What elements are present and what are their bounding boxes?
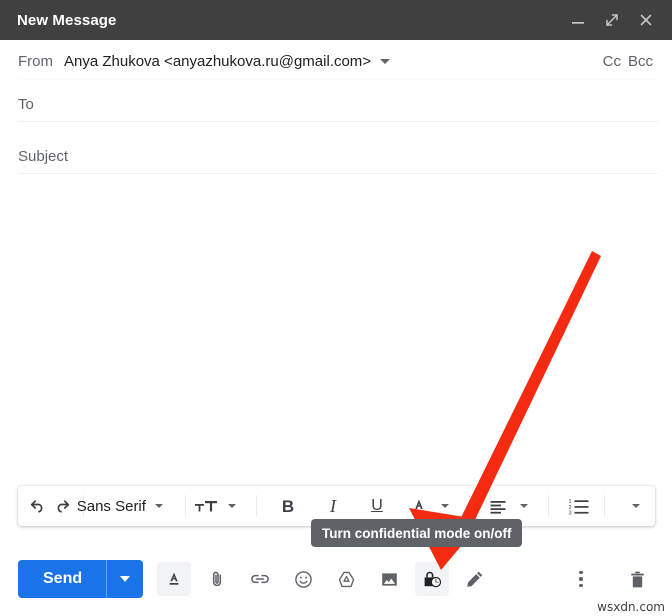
formatting-options-icon[interactable] [157,562,192,596]
more-options-icon[interactable] [564,562,598,596]
italic-label: I [329,496,336,516]
align-icon[interactable] [485,491,511,521]
insert-emoji-icon[interactable] [286,562,320,596]
from-field-row: From Anya Zhukova <anyazhukova.ru@gmail.… [0,45,672,78]
discard-draft-icon[interactable] [620,562,654,596]
insert-drive-file-icon[interactable] [329,562,363,596]
underline-icon[interactable]: U [362,491,392,521]
insert-link-icon[interactable] [243,562,277,596]
font-family-chevron-down-icon[interactable] [146,491,172,521]
align-chevron-down-icon[interactable] [511,491,537,521]
from-value[interactable]: Anya Zhukova <anyazhukova.ru@gmail.com> [64,53,371,70]
minimize-icon[interactable] [568,10,588,30]
window-controls [568,10,656,30]
font-size-chevron-down-icon[interactable] [219,491,245,521]
attach-files-icon[interactable] [200,562,234,596]
send-button[interactable]: Send [18,560,144,598]
redo-icon[interactable] [50,491,76,521]
from-chevron-down-icon[interactable] [380,59,391,64]
insert-signature-icon[interactable] [458,562,492,596]
from-label: From [18,53,53,70]
text-color-icon[interactable] [406,491,432,521]
confidential-mode-icon[interactable] [415,562,450,596]
compose-icon-group [157,562,501,596]
subject-input[interactable]: Subject [18,148,68,165]
underline-label: U [371,497,383,514]
compose-right-icon-group [542,562,654,596]
font-size-icon[interactable] [193,491,219,521]
close-icon[interactable] [636,10,656,30]
font-family-select[interactable]: Sans Serif [77,491,146,521]
watermark: wsxdn.com [597,600,665,614]
bold-icon[interactable]: B [273,491,303,521]
to-divider [18,121,658,122]
send-button-label: Send [43,570,83,587]
message-body-input[interactable] [0,174,672,480]
to-input[interactable]: To [18,96,34,113]
undo-icon[interactable] [24,491,50,521]
italic-icon[interactable]: I [318,491,348,521]
subject-field-row[interactable]: Subject [0,140,672,172]
tooltip-confidential-mode: Turn confidential mode on/off [311,519,523,547]
window-bottom-strip [0,608,672,616]
to-field-row[interactable]: To [0,88,672,120]
text-color-chevron-down-icon[interactable] [432,491,458,521]
compose-action-bar: Send [0,550,672,608]
svg-text:3: 3 [568,511,571,516]
from-divider [18,79,658,80]
insert-photo-icon[interactable] [372,562,406,596]
cc-bcc-group: Cc Bcc [603,53,653,70]
bold-label: B [281,496,295,516]
compose-window-titlebar: New Message [0,0,672,40]
page-title: New Message [17,11,117,29]
send-options-chevron-down-icon[interactable] [107,560,143,598]
numbered-list-icon[interactable]: 1 2 3 [566,491,592,521]
cc-button[interactable]: Cc [603,53,621,70]
expand-icon[interactable] [602,10,622,30]
bcc-button[interactable]: Bcc [628,53,653,70]
more-format-options-chevron-down-icon[interactable] [623,491,649,521]
font-family-value: Sans Serif [76,497,146,515]
